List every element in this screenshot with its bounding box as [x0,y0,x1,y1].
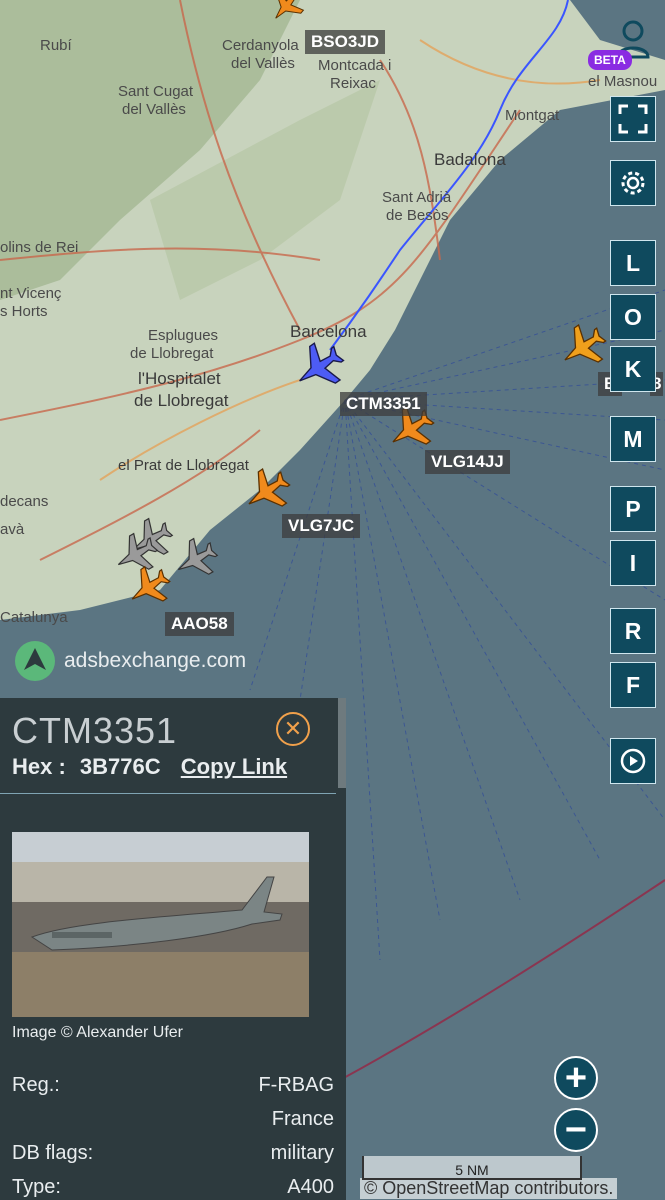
fullscreen-icon [618,104,648,134]
beta-badge: BETA [588,50,632,70]
db-flags-value: military [270,1142,334,1164]
place-cerdanyola: Cerdanyola [222,37,299,54]
place-decans: decans [0,493,48,510]
copy-link-button[interactable]: Copy Link [181,754,287,779]
place-catalunya: Catalunya [0,609,68,626]
zoom-out-button[interactable]: − [554,1108,598,1152]
type-label: Type: [12,1176,61,1198]
panel-callsign: CTM3351 [12,710,178,751]
logo-text: adsbexchange.com [64,649,247,672]
place-prat: el Prat de Llobregat [118,457,250,474]
toolbar-l-button[interactable]: L [610,240,656,286]
place-rubi: Rubí [40,37,73,54]
hex-label: Hex : [12,754,66,779]
toolbar-p-button[interactable]: P [610,486,656,532]
place-sava: avà [0,521,25,538]
place-hospitalet: l'Hospitalet [138,369,221,388]
toolbar-f-button[interactable]: F [610,662,656,708]
place-molins: olins de Rei [0,239,78,256]
aircraft-label-aao58[interactable]: AAO58 [165,612,234,636]
toolbar-i-button[interactable]: I [610,540,656,586]
zoom-in-button[interactable]: + [554,1056,598,1100]
place-del-valles-2: del Vallès [122,101,186,118]
toolbar-r-button[interactable]: R [610,608,656,654]
scale-bar: 5 NM [362,1156,582,1180]
toolbar-k-button[interactable]: K [610,346,656,392]
place-de-llobregat-2: de Llobregat [134,391,229,410]
reg-label: Reg.: [12,1074,60,1096]
place-barcelona: Barcelona [290,322,367,341]
place-el-masnou: el Masnou [588,73,657,90]
plus-icon: + [564,1056,588,1099]
place-horts: s Horts [0,303,48,320]
fullscreen-button[interactable] [610,96,656,142]
toolbar-m-button[interactable]: M [610,416,656,462]
place-vicenc: nt Vicenç [0,285,62,302]
toolbar-o-button[interactable]: O [610,294,656,340]
place-montgat: Montgat [505,107,560,124]
close-panel-button[interactable]: ✕ [276,712,310,746]
aircraft-label-vlg7jc[interactable]: VLG7JC [282,514,361,538]
hex-row: Hex : 3B776C Copy Link [12,754,287,780]
replay-icon [620,748,646,774]
place-montcada: Montcada i [318,57,391,74]
aircraft-label-vlg14jj[interactable]: VLG14JJ [425,450,510,474]
panel-divider [0,793,336,794]
aircraft-label-ctm3351[interactable]: CTM3351 [340,392,427,416]
country-value: France [271,1108,334,1130]
place-reixac: Reixac [330,75,376,92]
place-sant-adria: Sant Adrià [382,189,452,206]
minus-icon: − [564,1108,588,1151]
place-badalona: Badalona [434,150,506,169]
close-icon: ✕ [283,716,303,741]
adsbexchange-logo[interactable]: adsbexchange.com [14,640,246,682]
aircraft-photo[interactable] [12,832,309,1017]
type-value: A400 [287,1176,334,1198]
place-de-besos: de Besòs [386,207,449,224]
image-credit[interactable]: Image © Alexander Ufer [12,1024,183,1042]
gear-icon [621,171,645,195]
place-esplugues: Esplugues [148,327,218,344]
adsbexchange-logo-icon [15,641,55,681]
hex-value: 3B776C [79,754,161,779]
db-flags-label: DB flags: [12,1142,94,1164]
place-de-llobregat: de Llobregat [130,345,214,362]
osm-attribution[interactable]: © OpenStreetMap contributors. [360,1178,618,1199]
place-sant-cugat: Sant Cugat [118,83,194,100]
aircraft-info-panel: CTM3351 ✕ Hex : 3B776C Copy Link Image ©… [0,698,346,1200]
panel-scrollbar[interactable] [338,698,346,788]
scale-label: 5 NM [455,1162,489,1178]
settings-button[interactable] [610,160,656,206]
reg-value: F-RBAG [258,1074,334,1096]
place-del-valles: del Vallès [231,55,295,72]
replay-button[interactable] [610,738,656,784]
aircraft-label-bso3jd[interactable]: BSO3JD [305,30,386,54]
